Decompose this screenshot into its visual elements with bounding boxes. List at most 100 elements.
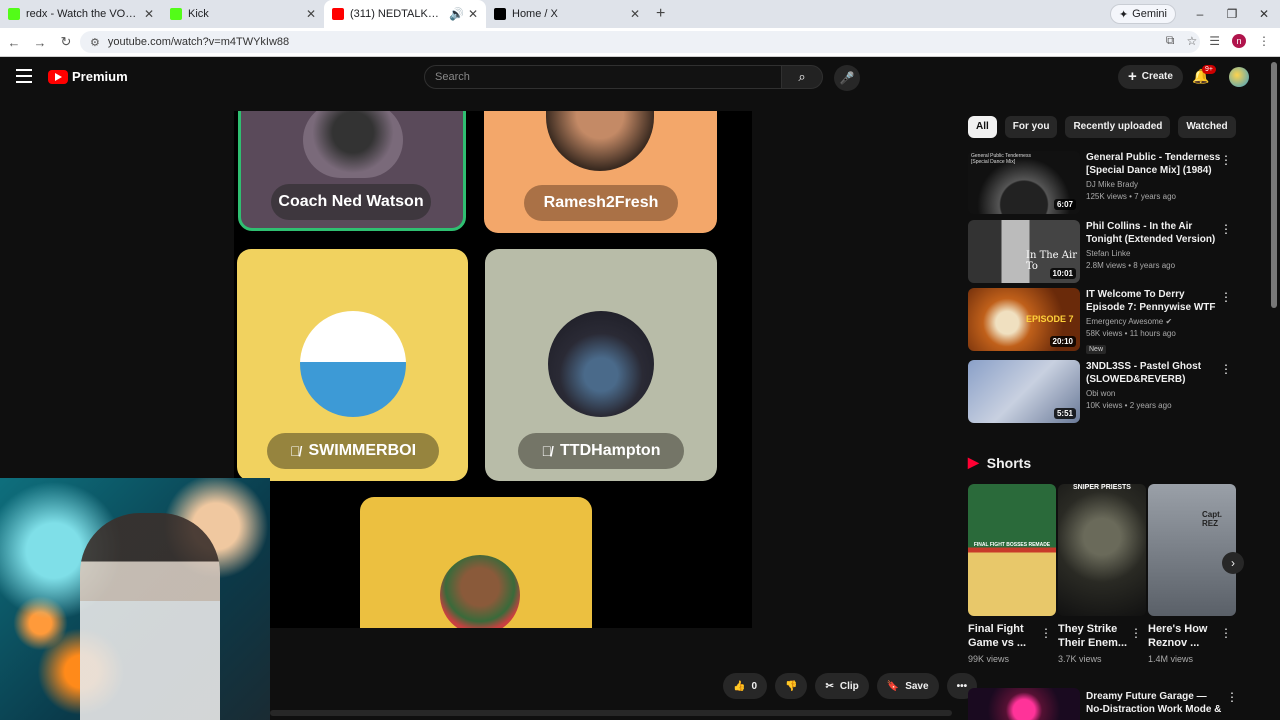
- gemini-button[interactable]: ✦ Gemini: [1109, 4, 1176, 24]
- bookmark-star-icon[interactable]: ☆: [1186, 34, 1197, 48]
- extensions-icon[interactable]: ☰: [1209, 34, 1220, 48]
- logo-text: Premium: [72, 69, 128, 84]
- thumbnail-text: Capt. REZ: [1202, 510, 1222, 528]
- kick-icon: [8, 8, 20, 20]
- short-title[interactable]: Final Fight Game vs ...: [968, 622, 1038, 650]
- thumbnail-text: General Public Tenderness [Special Dance…: [971, 153, 1031, 165]
- video-duration: 20:10: [1049, 336, 1076, 347]
- dislike-button[interactable]: 👎: [775, 673, 808, 699]
- more-vert-icon[interactable]: ⋮: [1220, 626, 1232, 640]
- more-vert-icon[interactable]: ⋮: [1220, 362, 1232, 376]
- tab-label: (311) NEDTALKS - YouTube: [350, 8, 445, 20]
- search-input[interactable]: Search: [424, 65, 782, 89]
- video-thumbnail[interactable]: 5:51: [968, 360, 1080, 423]
- chip-recently-uploaded[interactable]: Recently uploaded: [1065, 116, 1171, 138]
- tab-label: Kick: [188, 8, 209, 20]
- close-icon[interactable]: ✕: [144, 7, 154, 21]
- profile-avatar[interactable]: n: [1232, 33, 1246, 48]
- save-button[interactable]: 🔖 Save: [876, 673, 939, 699]
- shorts-heading: ▶ Shorts: [968, 454, 1031, 471]
- menu-icon[interactable]: ⋮: [1258, 34, 1270, 48]
- more-vert-icon[interactable]: ⋮: [1226, 690, 1274, 704]
- forward-icon[interactable]: →: [28, 35, 52, 50]
- more-vert-icon[interactable]: ⋮: [1040, 626, 1052, 640]
- channel-name[interactable]: DJ Mike Brady: [1086, 180, 1222, 189]
- youtube-icon: [332, 8, 344, 20]
- close-icon[interactable]: ✕: [468, 7, 478, 21]
- more-vert-icon[interactable]: ⋮: [1220, 290, 1232, 304]
- install-icon[interactable]: ⧉: [1166, 33, 1175, 48]
- related-video[interactable]: General Public Tenderness [Special Dance…: [968, 151, 1238, 215]
- audio-icon[interactable]: 🔊: [449, 7, 464, 21]
- chip-watched[interactable]: Watched: [1178, 116, 1236, 138]
- url-field[interactable]: ⚙ youtube.com/watch?v=m4TWYkIw88: [80, 31, 1200, 53]
- site-info-icon[interactable]: ⚙: [90, 36, 100, 49]
- participant-name: SWIMMERBOI: [308, 442, 417, 459]
- youtube-logo[interactable]: Premium: [48, 69, 128, 84]
- clip-button[interactable]: ✂ Clip: [815, 673, 869, 699]
- video-title[interactable]: Phil Collins - In the Air Tonight (Exten…: [1086, 220, 1222, 246]
- minimize-icon[interactable]: –: [1184, 0, 1216, 28]
- video-meta: Phil Collins - In the Air Tonight (Exten…: [1086, 220, 1222, 270]
- short-title[interactable]: They Strike Their Enem...: [1058, 622, 1128, 650]
- page-scrollbar[interactable]: [1271, 62, 1277, 308]
- channel-name[interactable]: Stefan Linke: [1086, 249, 1222, 258]
- account-avatar[interactable]: [1229, 67, 1249, 87]
- more-vert-icon[interactable]: ⋮: [1130, 626, 1142, 640]
- short-title[interactable]: Here's How Reznov ...: [1148, 622, 1218, 650]
- chip-for-you[interactable]: For you: [1004, 116, 1058, 138]
- browser-tab[interactable]: Home / X ✕: [486, 0, 648, 28]
- related-video[interactable]: 5:51 3NDL3SS - Pastel Ghost (SLOWED&REVE…: [968, 360, 1238, 424]
- shorts-next-button[interactable]: ›: [1222, 552, 1244, 574]
- swimmer-avatar: [300, 311, 406, 417]
- participant-avatar: [440, 555, 520, 628]
- short-thumbnail[interactable]: Capt. REZ: [1148, 484, 1236, 616]
- channel-name[interactable]: Emergency Awesome ✔: [1086, 317, 1222, 326]
- video-stats: 2.8M views • 8 years ago: [1086, 261, 1176, 270]
- short-thumbnail[interactable]: FINAL FIGHT BOSSES REMADE: [968, 484, 1056, 616]
- video-title[interactable]: General Public - Tenderness [Special Dan…: [1086, 151, 1222, 177]
- video-thumbnail[interactable]: EPISODE 7 20:10: [968, 288, 1080, 351]
- video-stats: 10K views • 2 years ago: [1086, 401, 1172, 410]
- participant-name: TTDHampton: [560, 442, 661, 459]
- new-tab-icon[interactable]: +: [656, 5, 665, 23]
- video-title[interactable]: IT Welcome To Derry Episode 7: Pennywise…: [1086, 288, 1222, 314]
- video-duration: 10:01: [1049, 268, 1076, 279]
- participant-name: Ramesh2Fresh: [543, 194, 659, 211]
- video-title[interactable]: Dreamy Future Garage — No-Distraction Wo…: [1086, 690, 1222, 716]
- video-thumbnail[interactable]: In The Air To 10:01: [968, 220, 1080, 283]
- restore-icon[interactable]: ❐: [1216, 0, 1248, 28]
- voice-search-button[interactable]: 🎤: [834, 65, 860, 91]
- related-video[interactable]: EPISODE 7 20:10 IT Welcome To Derry Epis…: [968, 288, 1238, 360]
- search-button[interactable]: ⌕: [781, 65, 823, 89]
- close-window-icon[interactable]: ✕: [1248, 0, 1280, 28]
- youtube-header: Premium Search ⌕ 🎤 + Create 🔔 9+: [0, 57, 1280, 97]
- channel-name[interactable]: Obi won: [1086, 389, 1222, 398]
- microphone-icon: 🎤: [839, 71, 855, 85]
- video-player[interactable]: Coach Ned Watson Ramesh2Fresh 🎙̸ SWIMMER…: [234, 111, 752, 628]
- close-icon[interactable]: ✕: [630, 7, 640, 21]
- close-icon[interactable]: ✕: [306, 7, 316, 21]
- participant-name-pill: 🎙̸ SWIMMERBOI: [267, 433, 439, 469]
- short-thumbnail[interactable]: SNIPER PRIESTS: [1058, 484, 1146, 616]
- like-button[interactable]: 👍 0: [723, 673, 768, 699]
- chip-all[interactable]: All: [968, 116, 997, 138]
- browser-tab-active[interactable]: (311) NEDTALKS - YouTube 🔊 ✕: [324, 0, 486, 28]
- plus-icon: +: [1128, 68, 1137, 85]
- browser-tab[interactable]: redx - Watch the VOD on Kick ✕: [0, 0, 162, 28]
- participant-avatar: [546, 111, 654, 171]
- back-icon[interactable]: ←: [2, 35, 26, 50]
- hamburger-menu-icon[interactable]: [16, 69, 32, 83]
- related-video[interactable]: In The Air To 10:01 Phil Collins - In th…: [968, 220, 1238, 284]
- video-title[interactable]: 3NDL3SS - Pastel Ghost (SLOWED&REVERB): [1086, 360, 1222, 386]
- browser-tab[interactable]: Kick ✕: [162, 0, 324, 28]
- window-controls: – ❐ ✕: [1184, 0, 1280, 28]
- more-vert-icon[interactable]: ⋮: [1220, 222, 1232, 236]
- more-vert-icon[interactable]: ⋮: [1220, 153, 1232, 167]
- reload-icon[interactable]: ↻: [54, 34, 78, 50]
- create-button[interactable]: + Create: [1118, 65, 1183, 89]
- thumbs-up-icon: 👍: [733, 680, 746, 692]
- shorts-title: Shorts: [986, 454, 1032, 471]
- video-thumbnail[interactable]: [968, 688, 1080, 720]
- video-thumbnail[interactable]: General Public Tenderness [Special Dance…: [968, 151, 1080, 214]
